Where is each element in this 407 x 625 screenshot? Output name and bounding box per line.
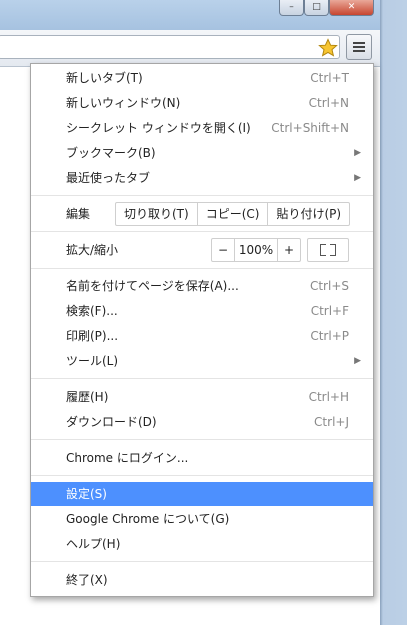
menu-item-label: 印刷(P)... — [66, 329, 119, 343]
chrome-menu-button[interactable] — [346, 34, 372, 60]
close-icon: ✕ — [347, 2, 356, 12]
address-bar[interactable] — [0, 35, 340, 59]
menu-item-save-page[interactable]: 名前を付けてページを保存(A)... Ctrl+S — [31, 274, 373, 298]
menu-item-label: 履歴(H) — [66, 390, 109, 404]
hamburger-menu-icon-bar — [353, 50, 365, 52]
minimize-button[interactable]: – — [279, 0, 304, 16]
menu-separator — [31, 475, 373, 476]
menu-item-signin[interactable]: Chrome にログイン... — [31, 446, 373, 470]
menu-separator — [31, 561, 373, 562]
menu-item-downloads[interactable]: ダウンロード(D) Ctrl+J — [31, 410, 373, 434]
window-titlebar: – □ ✕ — [0, 0, 380, 30]
menu-item-label: Google Chrome について(G) — [66, 512, 230, 526]
menu-item-new-window[interactable]: 新しいウィンドウ(N) Ctrl+N — [31, 91, 373, 115]
menu-item-exit[interactable]: 終了(X) — [31, 568, 373, 592]
menu-item-incognito[interactable]: シークレット ウィンドウを開く(I) Ctrl+Shift+N — [31, 116, 373, 140]
menu-item-shortcut: Ctrl+F — [310, 304, 349, 318]
submenu-arrow-icon: ▶ — [354, 356, 361, 366]
menu-item-label: 新しいタブ(T) — [66, 71, 143, 85]
cut-button[interactable]: 切り取り(T) — [116, 203, 197, 225]
menu-separator — [31, 268, 373, 269]
menu-item-shortcut: Ctrl+N — [308, 96, 349, 110]
menu-item-bookmarks[interactable]: ブックマーク(B) ▶ — [31, 141, 373, 165]
menu-separator — [31, 231, 373, 232]
menu-item-about[interactable]: Google Chrome について(G) — [31, 507, 373, 531]
zoom-level-value: 100% — [234, 239, 277, 261]
hamburger-menu-icon-bar — [353, 46, 365, 48]
menu-item-label: 検索(F)... — [66, 304, 118, 318]
maximize-icon: □ — [312, 2, 321, 12]
menu-item-label: Chrome にログイン... — [66, 451, 189, 465]
close-button[interactable]: ✕ — [329, 0, 374, 16]
paste-button[interactable]: 貼り付け(P) — [267, 203, 349, 225]
submenu-arrow-icon: ▶ — [354, 173, 361, 183]
menu-item-label: ヘルプ(H) — [66, 537, 121, 551]
copy-button[interactable]: コピー(C) — [196, 203, 268, 225]
menu-item-label: シークレット ウィンドウを開く(I) — [66, 121, 251, 135]
menu-item-tools[interactable]: ツール(L) ▶ — [31, 349, 373, 373]
zoom-label: 拡大/縮小 — [66, 243, 119, 257]
menu-item-label: 名前を付けてページを保存(A)... — [66, 279, 239, 293]
menu-item-history[interactable]: 履歴(H) Ctrl+H — [31, 385, 373, 409]
edit-button-group: 切り取り(T) コピー(C) 貼り付け(P) — [115, 202, 351, 226]
menu-item-print[interactable]: 印刷(P)... Ctrl+P — [31, 324, 373, 348]
menu-item-help[interactable]: ヘルプ(H) — [31, 532, 373, 556]
menu-item-label: 最近使ったタブ — [66, 171, 151, 185]
menu-item-shortcut: Ctrl+H — [308, 390, 349, 404]
menu-item-find[interactable]: 検索(F)... Ctrl+F — [31, 299, 373, 323]
menu-item-shortcut: Ctrl+S — [309, 279, 349, 293]
menu-item-label: ブックマーク(B) — [66, 146, 156, 160]
menu-item-label: 設定(S) — [66, 487, 107, 501]
submenu-arrow-icon: ▶ — [354, 148, 361, 158]
maximize-button[interactable]: □ — [304, 0, 329, 16]
menu-item-shortcut: Ctrl+P — [310, 329, 349, 343]
menu-separator — [31, 439, 373, 440]
zoom-control: − 100% + — [211, 238, 301, 262]
fullscreen-button[interactable] — [307, 238, 349, 262]
menu-separator — [31, 378, 373, 379]
hamburger-menu-icon — [353, 42, 365, 44]
menu-item-shortcut: Ctrl+J — [314, 415, 349, 429]
menu-item-settings[interactable]: 設定(S) — [31, 482, 373, 506]
menu-item-shortcut: Ctrl+T — [310, 71, 349, 85]
minimize-icon: – — [289, 2, 294, 12]
chrome-main-menu: 新しいタブ(T) Ctrl+T 新しいウィンドウ(N) Ctrl+N シークレッ… — [30, 63, 374, 597]
menu-item-label: ダウンロード(D) — [66, 415, 157, 429]
menu-item-label: ツール(L) — [66, 354, 119, 368]
star-icon[interactable] — [318, 38, 338, 58]
menu-separator — [31, 195, 373, 196]
menu-item-recent-tabs[interactable]: 最近使ったタブ ▶ — [31, 166, 373, 190]
menu-item-label: 終了(X) — [66, 573, 108, 587]
menu-item-shortcut: Ctrl+Shift+N — [271, 121, 349, 135]
zoom-out-button[interactable]: − — [212, 239, 234, 261]
zoom-in-button[interactable]: + — [277, 239, 300, 261]
menu-item-new-tab[interactable]: 新しいタブ(T) Ctrl+T — [31, 66, 373, 90]
window-frame-right — [380, 0, 407, 625]
edit-label: 編集 — [66, 207, 91, 221]
menu-item-label: 新しいウィンドウ(N) — [66, 96, 181, 110]
